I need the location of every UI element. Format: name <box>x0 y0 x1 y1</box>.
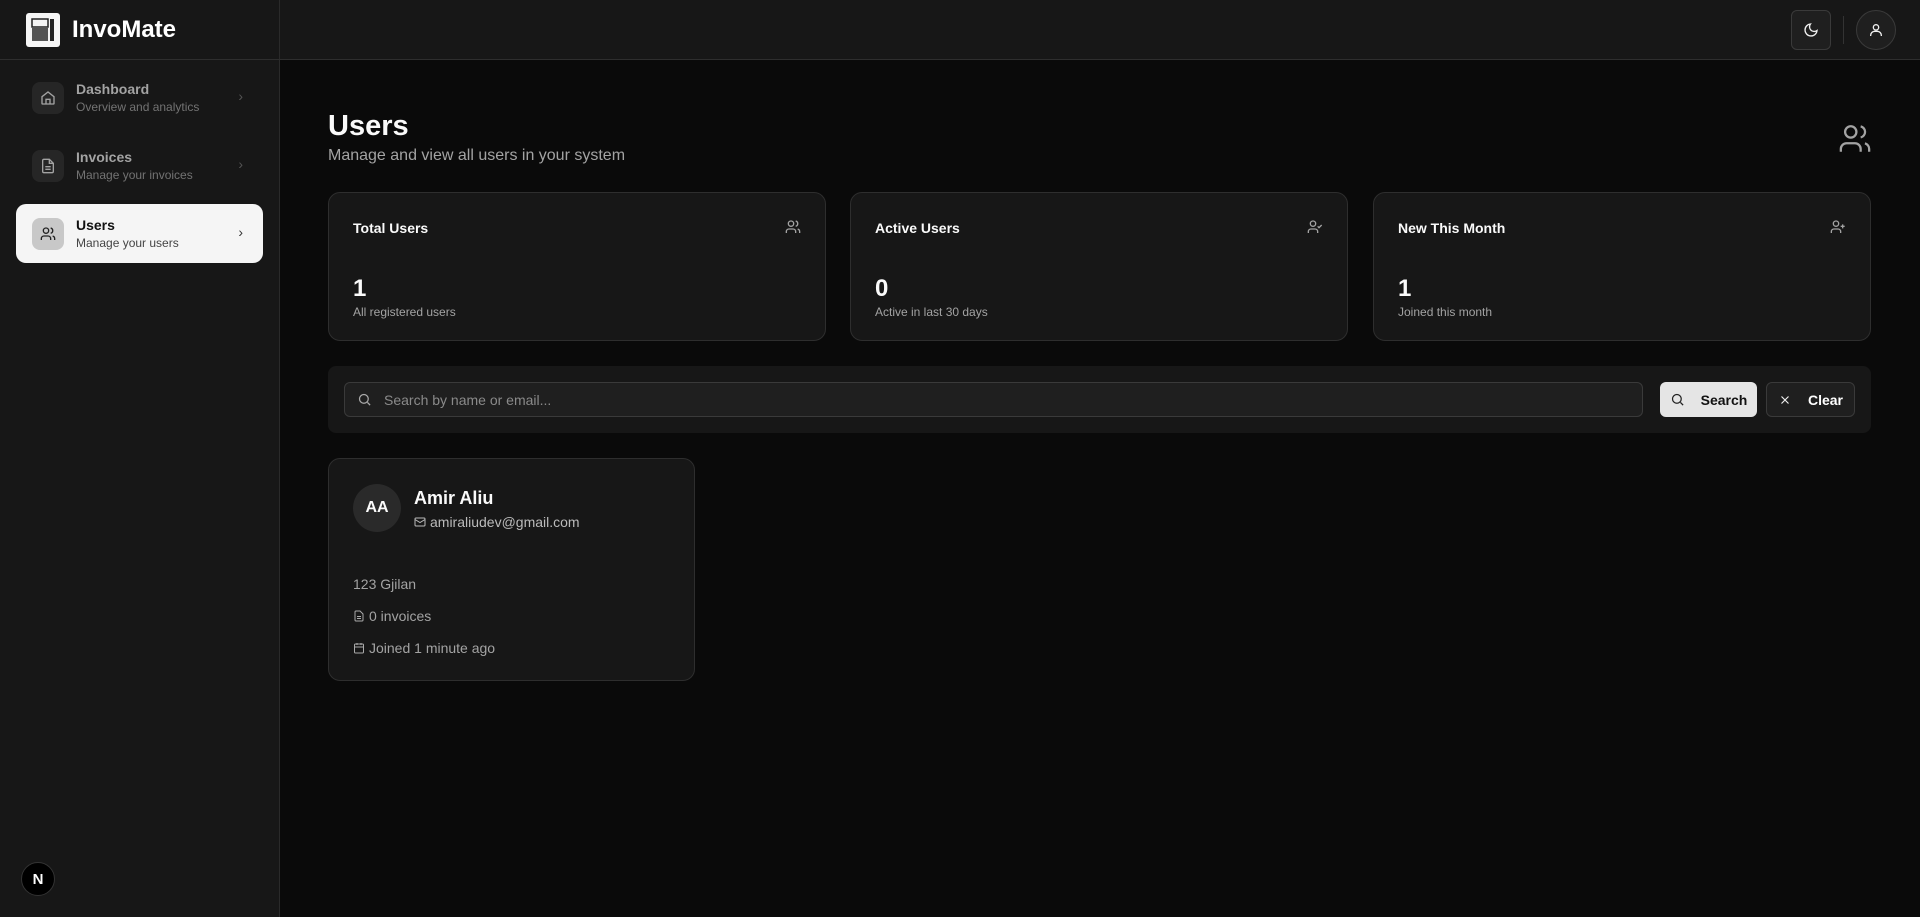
logo-icon[interactable] <box>26 13 60 47</box>
search-icon <box>1670 392 1685 407</box>
stat-value: 1 <box>353 275 366 303</box>
user-email: amiraliudev@gmail.com <box>430 514 580 530</box>
user-icon <box>1868 22 1884 38</box>
calendar-icon <box>353 642 365 654</box>
close-icon <box>1778 393 1792 407</box>
nextjs-badge[interactable]: N <box>21 862 55 896</box>
user-check-icon <box>1307 219 1323 240</box>
divider <box>1843 16 1844 44</box>
sidebar-item-invoices[interactable]: Invoices Manage your invoices › <box>16 136 263 195</box>
stat-card-total-users: Total Users 1 All registered users <box>328 192 826 341</box>
user-menu-button[interactable] <box>1856 10 1896 50</box>
stat-title: Active Users <box>875 220 960 236</box>
stat-value: 1 <box>1398 275 1411 303</box>
file-icon <box>353 610 365 622</box>
sidebar-item-sub: Overview and analytics <box>76 100 199 114</box>
users-icon <box>1838 122 1872 161</box>
theme-toggle-button[interactable] <box>1791 10 1831 50</box>
clear-button[interactable]: Clear <box>1766 382 1855 417</box>
stat-sub: All registered users <box>353 305 456 319</box>
page-title: Users <box>328 110 409 143</box>
search-button-label: Search <box>1701 392 1748 408</box>
sidebar: InvoMate Dashboard Overview and analytics… <box>0 0 280 917</box>
top-bar <box>280 0 1920 60</box>
sidebar-item-users[interactable]: Users Manage your users › <box>16 204 263 263</box>
chevron-right-icon: › <box>238 224 243 240</box>
stat-sub: Joined this month <box>1398 305 1492 319</box>
search-input[interactable] <box>384 392 1584 408</box>
sidebar-item-dashboard[interactable]: Dashboard Overview and analytics › <box>16 68 263 127</box>
sidebar-item-sub: Manage your users <box>76 236 179 250</box>
user-card[interactable]: AA Amir Aliu amiraliudev@gmail.com 123 G… <box>328 458 695 681</box>
page-subtitle: Manage and view all users in your system <box>328 147 625 165</box>
users-icon <box>785 219 801 240</box>
brand-name[interactable]: InvoMate <box>72 16 176 44</box>
sidebar-item-label: Users <box>76 217 179 233</box>
moon-icon <box>1803 22 1819 38</box>
search-field[interactable] <box>344 382 1643 417</box>
file-icon <box>32 150 64 182</box>
user-invoices: 0 invoices <box>369 608 431 624</box>
chevron-right-icon: › <box>238 156 243 172</box>
sidebar-item-label: Dashboard <box>76 81 199 97</box>
stat-value: 0 <box>875 275 888 303</box>
users-icon <box>32 218 64 250</box>
search-icon <box>357 392 372 407</box>
search-button[interactable]: Search <box>1660 382 1757 417</box>
divider <box>0 59 280 60</box>
mail-icon <box>414 516 426 528</box>
stat-card-new-this-month: New This Month 1 Joined this month <box>1373 192 1871 341</box>
avatar: AA <box>353 484 401 532</box>
user-plus-icon <box>1830 219 1846 240</box>
user-name: Amir Aliu <box>414 488 493 509</box>
stat-title: New This Month <box>1398 220 1505 236</box>
stat-card-active-users: Active Users 0 Active in last 30 days <box>850 192 1348 341</box>
stat-sub: Active in last 30 days <box>875 305 988 319</box>
user-joined: Joined 1 minute ago <box>369 640 495 656</box>
user-address: 123 Gjilan <box>353 576 416 592</box>
search-panel: Search Clear <box>328 366 1871 433</box>
sidebar-item-label: Invoices <box>76 149 193 165</box>
home-icon <box>32 82 64 114</box>
clear-button-label: Clear <box>1808 392 1843 408</box>
sidebar-item-sub: Manage your invoices <box>76 168 193 182</box>
chevron-right-icon: › <box>238 88 243 104</box>
stat-title: Total Users <box>353 220 428 236</box>
